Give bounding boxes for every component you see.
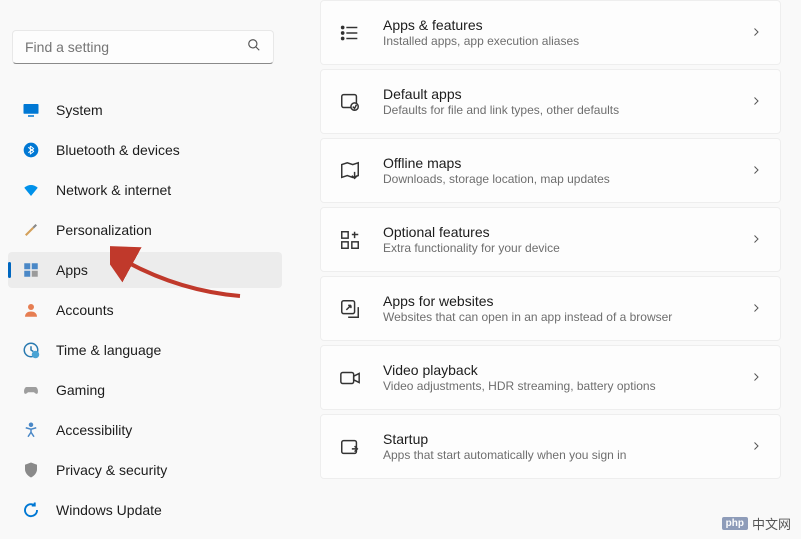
sidebar-item-bluetooth[interactable]: Bluetooth & devices (8, 132, 282, 168)
watermark-text: 中文网 (752, 514, 791, 533)
search-icon (247, 38, 261, 57)
wifi-icon (22, 181, 40, 199)
sidebar-item-label: Gaming (56, 382, 105, 398)
gamepad-icon (22, 381, 40, 399)
sidebar: System Bluetooth & devices Network & int… (0, 0, 290, 539)
card-offline-maps[interactable]: Offline maps Downloads, storage location… (320, 138, 781, 203)
sidebar-item-label: Network & internet (56, 182, 171, 198)
default-apps-icon (339, 91, 361, 113)
card-subtitle: Downloads, storage location, map updates (383, 172, 728, 186)
card-title: Offline maps (383, 155, 728, 171)
apps-websites-icon (339, 298, 361, 320)
sidebar-item-time[interactable]: Time & language (8, 332, 282, 368)
card-subtitle: Video adjustments, HDR streaming, batter… (383, 379, 728, 393)
startup-icon (339, 436, 361, 458)
card-text: Startup Apps that start automatically wh… (383, 431, 728, 462)
sidebar-item-accessibility[interactable]: Accessibility (8, 412, 282, 448)
list-icon (339, 22, 361, 44)
sidebar-item-label: Accessibility (56, 422, 132, 438)
card-startup[interactable]: Startup Apps that start automatically wh… (320, 414, 781, 479)
card-text: Default apps Defaults for file and link … (383, 86, 728, 117)
card-title: Apps for websites (383, 293, 728, 309)
sidebar-item-label: Accounts (56, 302, 114, 318)
sidebar-item-system[interactable]: System (8, 92, 282, 128)
card-text: Apps & features Installed apps, app exec… (383, 17, 728, 48)
card-title: Startup (383, 431, 728, 447)
sidebar-item-accounts[interactable]: Accounts (8, 292, 282, 328)
card-video-playback[interactable]: Video playback Video adjustments, HDR st… (320, 345, 781, 410)
card-title: Default apps (383, 86, 728, 102)
sidebar-item-label: Time & language (56, 342, 161, 358)
card-apps-for-websites[interactable]: Apps for websites Websites that can open… (320, 276, 781, 341)
chevron-right-icon (750, 439, 762, 455)
sidebar-item-personalization[interactable]: Personalization (8, 212, 282, 248)
system-icon (22, 101, 40, 119)
apps-icon (22, 261, 40, 279)
watermark: php 中文网 (722, 514, 791, 533)
card-subtitle: Websites that can open in an app instead… (383, 310, 728, 324)
map-download-icon (339, 160, 361, 182)
video-icon (339, 367, 361, 389)
update-icon (22, 501, 40, 519)
card-subtitle: Installed apps, app execution aliases (383, 34, 728, 48)
card-text: Offline maps Downloads, storage location… (383, 155, 728, 186)
card-optional-features[interactable]: Optional features Extra functionality fo… (320, 207, 781, 272)
card-default-apps[interactable]: Default apps Defaults for file and link … (320, 69, 781, 134)
clock-globe-icon (22, 341, 40, 359)
chevron-right-icon (750, 163, 762, 179)
nav-list: System Bluetooth & devices Network & int… (8, 92, 282, 528)
card-apps-features[interactable]: Apps & features Installed apps, app exec… (320, 0, 781, 65)
card-title: Apps & features (383, 17, 728, 33)
search-input[interactable] (25, 39, 247, 55)
sidebar-item-apps[interactable]: Apps (8, 252, 282, 288)
bluetooth-icon (22, 141, 40, 159)
card-subtitle: Defaults for file and link types, other … (383, 103, 728, 117)
card-title: Optional features (383, 224, 728, 240)
accessibility-icon (22, 421, 40, 439)
content-panel: Apps & features Installed apps, app exec… (290, 0, 801, 539)
card-subtitle: Apps that start automatically when you s… (383, 448, 728, 462)
search-box[interactable] (12, 30, 274, 64)
shield-icon (22, 461, 40, 479)
sidebar-item-label: Bluetooth & devices (56, 142, 180, 158)
sidebar-item-privacy[interactable]: Privacy & security (8, 452, 282, 488)
sidebar-item-label: Apps (56, 262, 88, 278)
card-subtitle: Extra functionality for your device (383, 241, 728, 255)
paintbrush-icon (22, 221, 40, 239)
sidebar-item-label: Personalization (56, 222, 152, 238)
sidebar-item-label: Windows Update (56, 502, 162, 518)
chevron-right-icon (750, 370, 762, 386)
chevron-right-icon (750, 25, 762, 41)
sidebar-item-gaming[interactable]: Gaming (8, 372, 282, 408)
sidebar-item-label: System (56, 102, 103, 118)
sidebar-item-network[interactable]: Network & internet (8, 172, 282, 208)
card-text: Optional features Extra functionality fo… (383, 224, 728, 255)
sidebar-item-update[interactable]: Windows Update (8, 492, 282, 528)
watermark-badge: php (722, 517, 748, 530)
sidebar-item-label: Privacy & security (56, 462, 167, 478)
optional-features-icon (339, 229, 361, 251)
card-text: Apps for websites Websites that can open… (383, 293, 728, 324)
chevron-right-icon (750, 94, 762, 110)
chevron-right-icon (750, 232, 762, 248)
person-icon (22, 301, 40, 319)
card-title: Video playback (383, 362, 728, 378)
chevron-right-icon (750, 301, 762, 317)
card-text: Video playback Video adjustments, HDR st… (383, 362, 728, 393)
